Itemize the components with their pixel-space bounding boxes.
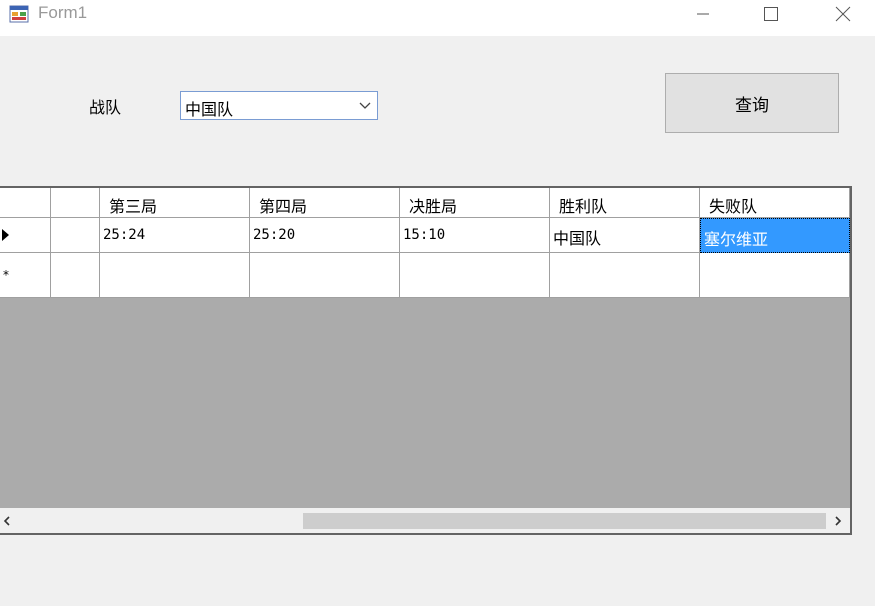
chevron-down-icon[interactable]: [359, 102, 371, 110]
team-combobox-value: 中国队: [185, 100, 234, 119]
scroll-right-button[interactable]: [826, 509, 850, 533]
current-row-arrow-icon: [2, 229, 9, 241]
table-cell[interactable]: 15:10: [400, 218, 550, 253]
chevron-left-icon: [3, 516, 10, 526]
column-header-loser[interactable]: 失败队: [700, 188, 850, 218]
new-row-asterisk-icon: *: [3, 268, 9, 282]
column-header-round3[interactable]: 第三局: [100, 188, 250, 218]
team-label: 战队: [89, 98, 122, 117]
table-cell[interactable]: [700, 253, 850, 298]
horizontal-scrollbar[interactable]: [0, 508, 850, 533]
table-cell[interactable]: 25:20: [250, 218, 400, 253]
column-header-winner[interactable]: 胜利队: [550, 188, 700, 218]
scrollbar-thumb[interactable]: [303, 513, 826, 529]
maximize-icon: [764, 7, 778, 21]
team-combobox[interactable]: 中国队: [180, 91, 378, 120]
table-cell[interactable]: [550, 253, 700, 298]
data-grid[interactable]: 第三局 第四局 决胜局 胜利队 失败队 25:24 25:20 15:10 中国…: [0, 186, 852, 535]
table-cell[interactable]: [100, 253, 250, 298]
grid-header-row: 第三局 第四局 决胜局 胜利队 失败队: [0, 188, 850, 218]
maximize-button[interactable]: [748, 0, 794, 28]
scroll-left-button[interactable]: [0, 509, 14, 533]
query-button-label: 查询: [735, 95, 769, 116]
minimize-icon: [697, 13, 709, 15]
table-cell[interactable]: [250, 253, 400, 298]
table-row[interactable]: 25:24 25:20 15:10 中国队 塞尔维亚: [0, 218, 850, 253]
table-cell-selected[interactable]: 塞尔维亚: [700, 218, 850, 253]
chevron-right-icon: [835, 516, 842, 526]
query-button[interactable]: 查询: [665, 73, 839, 133]
column-header-decider[interactable]: 决胜局: [400, 188, 550, 218]
table-cell[interactable]: 25:24: [100, 218, 250, 253]
table-cell[interactable]: 中国队: [550, 218, 700, 253]
window-title: Form1: [38, 3, 88, 22]
close-icon: [835, 6, 851, 22]
table-cell[interactable]: [400, 253, 550, 298]
grid-corner-header[interactable]: [0, 188, 51, 218]
minimize-button[interactable]: [680, 0, 726, 28]
title-bar: Form1: [0, 0, 875, 36]
new-row[interactable]: *: [0, 253, 850, 298]
column-header[interactable]: [51, 188, 100, 218]
form-app-icon: [9, 5, 29, 23]
row-header[interactable]: *: [0, 253, 51, 298]
column-header-round4[interactable]: 第四局: [250, 188, 400, 218]
table-cell[interactable]: [51, 218, 100, 253]
row-header[interactable]: [0, 218, 51, 253]
table-cell[interactable]: [51, 253, 100, 298]
close-button[interactable]: [820, 0, 866, 28]
